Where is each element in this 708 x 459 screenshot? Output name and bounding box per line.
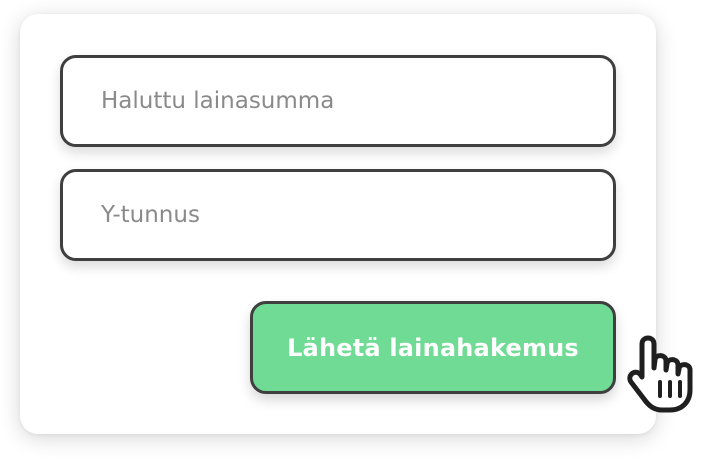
loan-amount-field[interactable]	[60, 55, 616, 147]
loan-amount-input[interactable]	[63, 58, 613, 144]
loan-form-card: Lähetä lainahakemus	[20, 14, 656, 434]
business-id-field[interactable]	[60, 169, 616, 261]
submit-loan-application-button[interactable]: Lähetä lainahakemus	[250, 301, 616, 394]
hand-pointer-icon	[627, 335, 693, 413]
business-id-input[interactable]	[63, 172, 613, 258]
